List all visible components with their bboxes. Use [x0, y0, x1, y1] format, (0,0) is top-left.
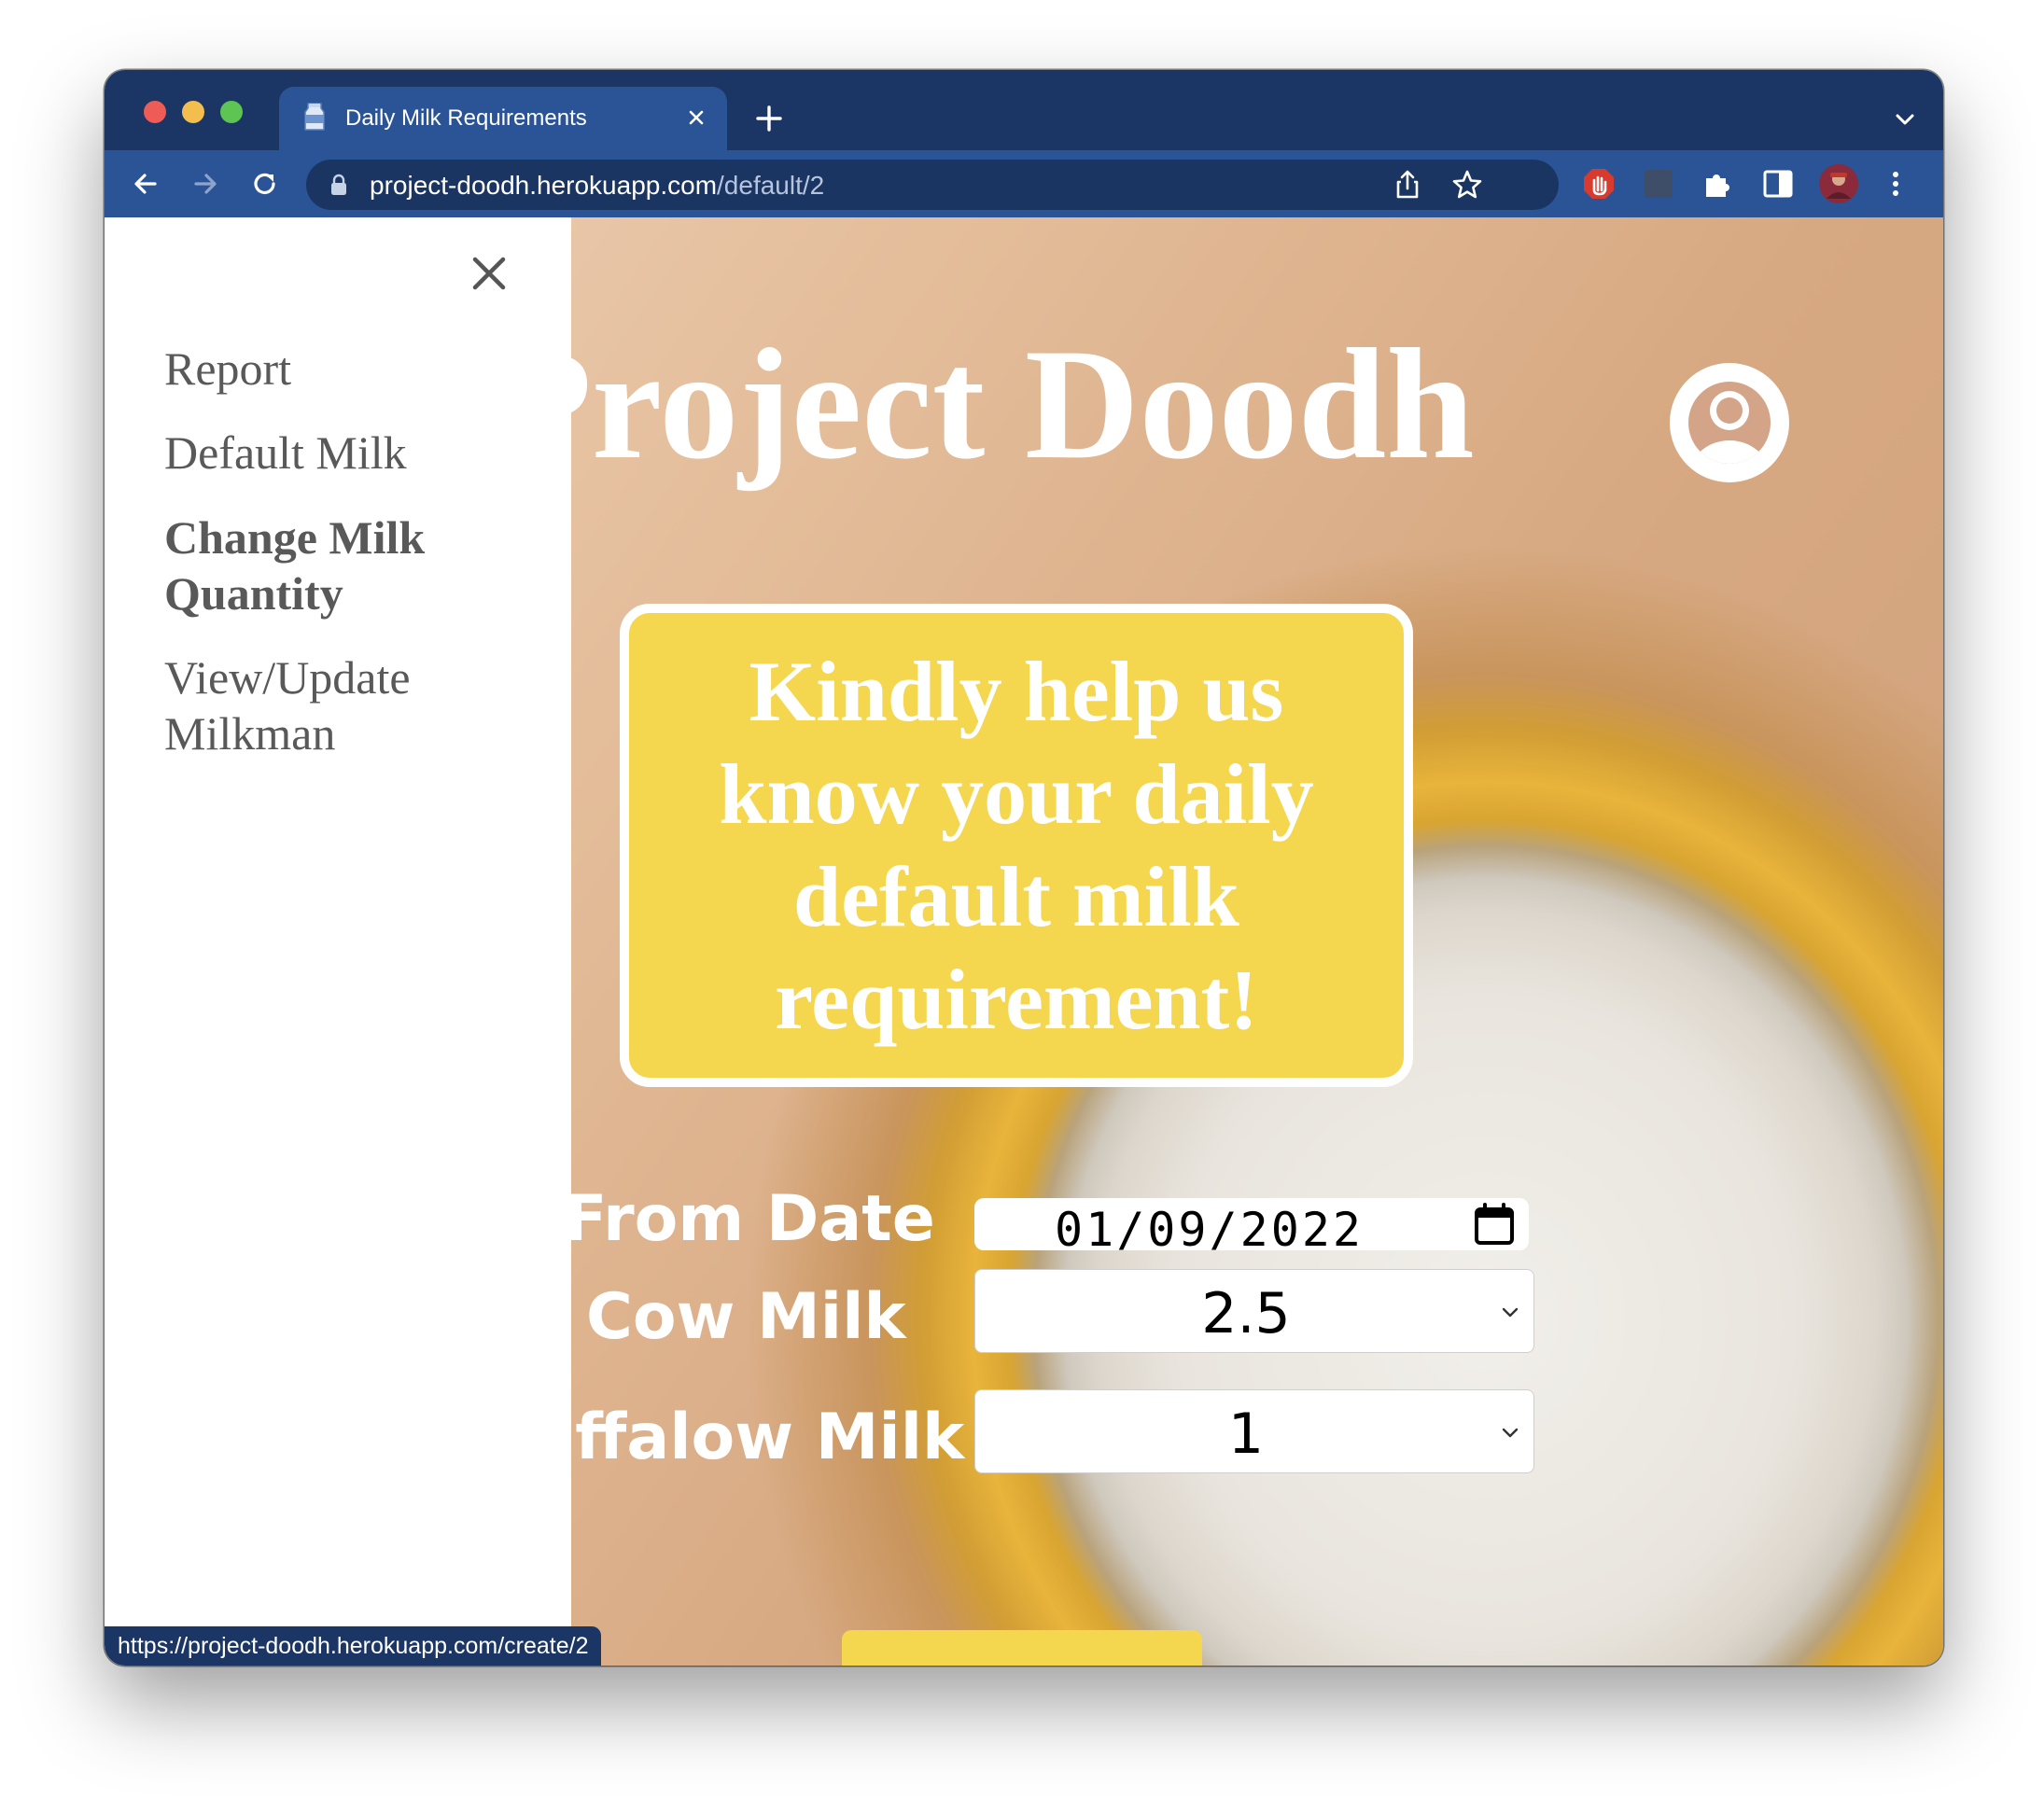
from-date-input[interactable]: 01/09/2022	[974, 1198, 1529, 1257]
nav-item-report[interactable]: Report	[164, 341, 291, 397]
from-date-value: 01/09/2022	[1055, 1203, 1365, 1257]
cow-milk-label: Cow Milk	[586, 1280, 906, 1354]
calendar-icon[interactable]	[1471, 1201, 1518, 1248]
page-content: Project Doodh Kindly help us know your d…	[105, 217, 1943, 1666]
tab-strip: Daily Milk Requirements	[105, 70, 1943, 150]
side-nav-drawer: Report Default Milk Change Milk Quantity…	[105, 217, 571, 1666]
adblock-extension-icon[interactable]	[1581, 166, 1617, 202]
cow-milk-select[interactable]: 2.5	[974, 1269, 1534, 1353]
user-circle-icon[interactable]	[1669, 362, 1790, 483]
reload-icon[interactable]	[246, 165, 284, 202]
submit-button[interactable]	[842, 1630, 1202, 1666]
close-icon[interactable]	[470, 255, 508, 292]
tab-daily-milk-requirements[interactable]: Daily Milk Requirements	[279, 87, 727, 150]
tab-title: Daily Milk Requirements	[345, 105, 587, 131]
close-tab-icon[interactable]	[682, 104, 710, 132]
arrow-right-icon[interactable]	[187, 165, 224, 202]
url-path: /default/2	[717, 171, 825, 200]
banner-text: Kindly help us know your daily default m…	[719, 644, 1314, 1047]
nav-item-view-update-milkman[interactable]: View/Update Milkman	[164, 649, 519, 761]
kebab-menu-icon[interactable]	[1878, 166, 1913, 202]
lock-icon[interactable]	[330, 174, 347, 196]
avatar[interactable]	[1818, 163, 1859, 204]
chevron-down-icon[interactable]	[1891, 105, 1919, 133]
close-window-button[interactable]	[144, 101, 166, 123]
status-bar-url: https://project-doodh.herokuapp.com/crea…	[105, 1626, 602, 1666]
buffalo-milk-value: 1	[1227, 1402, 1265, 1467]
share-icon[interactable]	[1391, 168, 1424, 202]
from-date-label: From Date	[564, 1182, 935, 1256]
extensions-puzzle-icon[interactable]	[1701, 166, 1736, 202]
url-host: project-doodh.herokuapp.com	[370, 171, 718, 200]
minimize-window-button[interactable]	[182, 101, 204, 123]
milk-carton-icon	[304, 103, 325, 131]
buffalo-milk-select[interactable]: 1	[974, 1389, 1534, 1473]
url-text: project-doodh.herokuapp.com/default/2	[370, 171, 824, 201]
extension-placeholder-icon[interactable]	[1641, 166, 1676, 202]
page-title: Project Doodh	[495, 316, 1475, 492]
zoom-window-button[interactable]	[220, 101, 243, 123]
cow-milk-value: 2.5	[1201, 1281, 1291, 1346]
nav-item-default-milk[interactable]: Default Milk	[164, 425, 407, 481]
star-icon[interactable]	[1450, 168, 1484, 202]
address-bar[interactable]: project-doodh.herokuapp.com/default/2	[306, 160, 1559, 210]
browser-window: Daily Milk Requirements project-doodh.he…	[105, 70, 1943, 1666]
side-panel-icon[interactable]	[1760, 166, 1796, 202]
nav-item-change-milk-quantity[interactable]: Change Milk Quantity	[164, 509, 519, 621]
chevron-down-icon	[1502, 1428, 1519, 1438]
chevron-down-icon	[1502, 1307, 1519, 1318]
default-milk-banner: Kindly help us know your daily default m…	[620, 604, 1413, 1087]
new-tab-icon[interactable]	[752, 102, 786, 135]
arrow-left-icon[interactable]	[127, 165, 164, 202]
browser-toolbar: project-doodh.herokuapp.com/default/2	[105, 150, 1943, 217]
